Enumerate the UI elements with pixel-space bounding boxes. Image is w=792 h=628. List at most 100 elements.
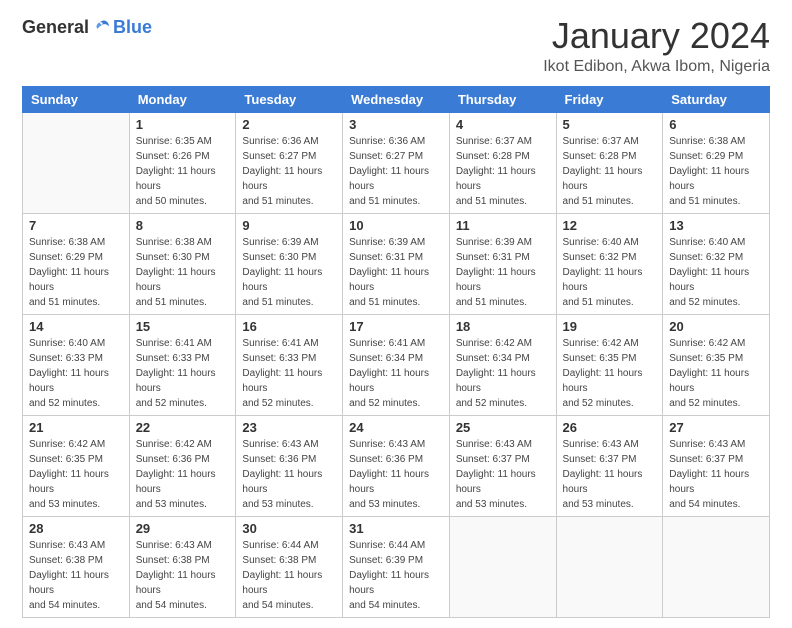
calendar-day-cell: 27 Sunrise: 6:43 AMSunset: 6:37 PMDayligh… [663,416,770,517]
day-info: Sunrise: 6:39 AMSunset: 6:31 PMDaylight:… [349,235,443,310]
day-info: Sunrise: 6:44 AMSunset: 6:39 PMDaylight:… [349,538,443,613]
day-number: 17 [349,319,443,334]
calendar-day-cell [556,517,663,618]
day-number: 20 [669,319,763,334]
logo-blue-text: Blue [113,18,152,36]
day-info: Sunrise: 6:42 AMSunset: 6:35 PMDaylight:… [669,336,763,411]
day-info: Sunrise: 6:40 AMSunset: 6:32 PMDaylight:… [669,235,763,310]
weekday-header-cell: Saturday [663,87,770,113]
calendar-day-cell [449,517,556,618]
day-info: Sunrise: 6:38 AMSunset: 6:29 PMDaylight:… [29,235,123,310]
day-info: Sunrise: 6:38 AMSunset: 6:29 PMDaylight:… [669,134,763,209]
calendar-day-cell: 2 Sunrise: 6:36 AMSunset: 6:27 PMDaylight… [236,113,343,214]
logo-general-text: General [22,18,89,36]
day-number: 13 [669,218,763,233]
weekday-header-cell: Wednesday [343,87,450,113]
calendar-day-cell [663,517,770,618]
day-number: 16 [242,319,336,334]
calendar-day-cell: 1Sunrise: 6:35 AMSunset: 6:26 PMDaylight… [129,113,236,214]
day-number: 29 [136,521,230,536]
day-info: Sunrise: 6:36 AMSunset: 6:27 PMDaylight:… [242,134,336,209]
day-number: 1 [136,117,230,132]
day-number: 14 [29,319,123,334]
day-number: 10 [349,218,443,233]
weekday-header-cell: Monday [129,87,236,113]
day-info: Sunrise: 6:37 AMSunset: 6:28 PMDaylight:… [456,134,550,209]
day-number: 22 [136,420,230,435]
calendar-week-row: 7 Sunrise: 6:38 AMSunset: 6:29 PMDaylight… [23,214,770,315]
calendar-day-cell: 12Sunrise: 6:40 AMSunset: 6:32 PMDayligh… [556,214,663,315]
day-info: Sunrise: 6:43 AMSunset: 6:36 PMDaylight:… [242,437,336,512]
calendar-day-cell: 5 Sunrise: 6:37 AMSunset: 6:28 PMDaylight… [556,113,663,214]
weekday-header-cell: Tuesday [236,87,343,113]
day-info: Sunrise: 6:43 AMSunset: 6:37 PMDaylight:… [456,437,550,512]
day-info: Sunrise: 6:43 AMSunset: 6:38 PMDaylight:… [29,538,123,613]
calendar-day-cell: 19Sunrise: 6:42 AMSunset: 6:35 PMDayligh… [556,315,663,416]
day-number: 24 [349,420,443,435]
day-number: 31 [349,521,443,536]
day-number: 3 [349,117,443,132]
day-number: 25 [456,420,550,435]
calendar-day-cell: 26 Sunrise: 6:43 AMSunset: 6:37 PMDayligh… [556,416,663,517]
logo-bird-icon [93,18,111,36]
location-title: Ikot Edibon, Akwa Ibom, Nigeria [543,58,770,76]
day-info: Sunrise: 6:40 AMSunset: 6:33 PMDaylight:… [29,336,123,411]
calendar-day-cell: 8 Sunrise: 6:38 AMSunset: 6:30 PMDaylight… [129,214,236,315]
day-number: 26 [563,420,657,435]
day-info: Sunrise: 6:37 AMSunset: 6:28 PMDaylight:… [563,134,657,209]
day-info: Sunrise: 6:39 AMSunset: 6:31 PMDaylight:… [456,235,550,310]
calendar-week-row: 1Sunrise: 6:35 AMSunset: 6:26 PMDaylight… [23,113,770,214]
calendar-day-cell: 7 Sunrise: 6:38 AMSunset: 6:29 PMDaylight… [23,214,130,315]
day-info: Sunrise: 6:42 AMSunset: 6:36 PMDaylight:… [136,437,230,512]
weekday-header-cell: Thursday [449,87,556,113]
calendar-day-cell: 11Sunrise: 6:39 AMSunset: 6:31 PMDayligh… [449,214,556,315]
weekday-header-cell: Sunday [23,87,130,113]
calendar-day-cell: 20 Sunrise: 6:42 AMSunset: 6:35 PMDayligh… [663,315,770,416]
day-number: 5 [563,117,657,132]
day-number: 19 [563,319,657,334]
calendar-day-cell: 30 Sunrise: 6:44 AMSunset: 6:38 PMDayligh… [236,517,343,618]
calendar-day-cell: 6 Sunrise: 6:38 AMSunset: 6:29 PMDaylight… [663,113,770,214]
calendar-week-row: 28 Sunrise: 6:43 AMSunset: 6:38 PMDayligh… [23,517,770,618]
header: General Blue January 2024 Ikot Edibon, A… [22,18,770,76]
day-info: Sunrise: 6:38 AMSunset: 6:30 PMDaylight:… [136,235,230,310]
day-number: 7 [29,218,123,233]
calendar-day-cell: 25 Sunrise: 6:43 AMSunset: 6:37 PMDayligh… [449,416,556,517]
title-section: January 2024 Ikot Edibon, Akwa Ibom, Nig… [543,18,770,76]
calendar-body: 1Sunrise: 6:35 AMSunset: 6:26 PMDaylight… [23,113,770,618]
day-info: Sunrise: 6:43 AMSunset: 6:37 PMDaylight:… [563,437,657,512]
weekday-header-row: SundayMondayTuesdayWednesdayThursdayFrid… [23,87,770,113]
day-info: Sunrise: 6:42 AMSunset: 6:35 PMDaylight:… [29,437,123,512]
day-number: 30 [242,521,336,536]
day-number: 15 [136,319,230,334]
day-info: Sunrise: 6:43 AMSunset: 6:37 PMDaylight:… [669,437,763,512]
day-number: 21 [29,420,123,435]
calendar-day-cell: 17Sunrise: 6:41 AMSunset: 6:34 PMDayligh… [343,315,450,416]
weekday-header-cell: Friday [556,87,663,113]
calendar-day-cell: 21 Sunrise: 6:42 AMSunset: 6:35 PMDayligh… [23,416,130,517]
day-number: 6 [669,117,763,132]
logo: General Blue [22,18,152,36]
day-info: Sunrise: 6:44 AMSunset: 6:38 PMDaylight:… [242,538,336,613]
day-number: 23 [242,420,336,435]
day-number: 2 [242,117,336,132]
calendar-day-cell: 18Sunrise: 6:42 AMSunset: 6:34 PMDayligh… [449,315,556,416]
day-number: 8 [136,218,230,233]
month-title: January 2024 [543,18,770,54]
calendar-day-cell: 22 Sunrise: 6:42 AMSunset: 6:36 PMDayligh… [129,416,236,517]
day-info: Sunrise: 6:41 AMSunset: 6:33 PMDaylight:… [242,336,336,411]
calendar-day-cell: 13 Sunrise: 6:40 AMSunset: 6:32 PMDayligh… [663,214,770,315]
day-number: 12 [563,218,657,233]
calendar-day-cell: 10 Sunrise: 6:39 AMSunset: 6:31 PMDayligh… [343,214,450,315]
calendar-day-cell: 28 Sunrise: 6:43 AMSunset: 6:38 PMDayligh… [23,517,130,618]
calendar: SundayMondayTuesdayWednesdayThursdayFrid… [22,86,770,618]
page: General Blue January 2024 Ikot Edibon, A… [0,0,792,628]
calendar-day-cell: 3 Sunrise: 6:36 AMSunset: 6:27 PMDaylight… [343,113,450,214]
day-number: 9 [242,218,336,233]
calendar-day-cell: 15 Sunrise: 6:41 AMSunset: 6:33 PMDayligh… [129,315,236,416]
day-info: Sunrise: 6:36 AMSunset: 6:27 PMDaylight:… [349,134,443,209]
day-number: 18 [456,319,550,334]
day-number: 28 [29,521,123,536]
day-number: 27 [669,420,763,435]
day-info: Sunrise: 6:41 AMSunset: 6:33 PMDaylight:… [136,336,230,411]
